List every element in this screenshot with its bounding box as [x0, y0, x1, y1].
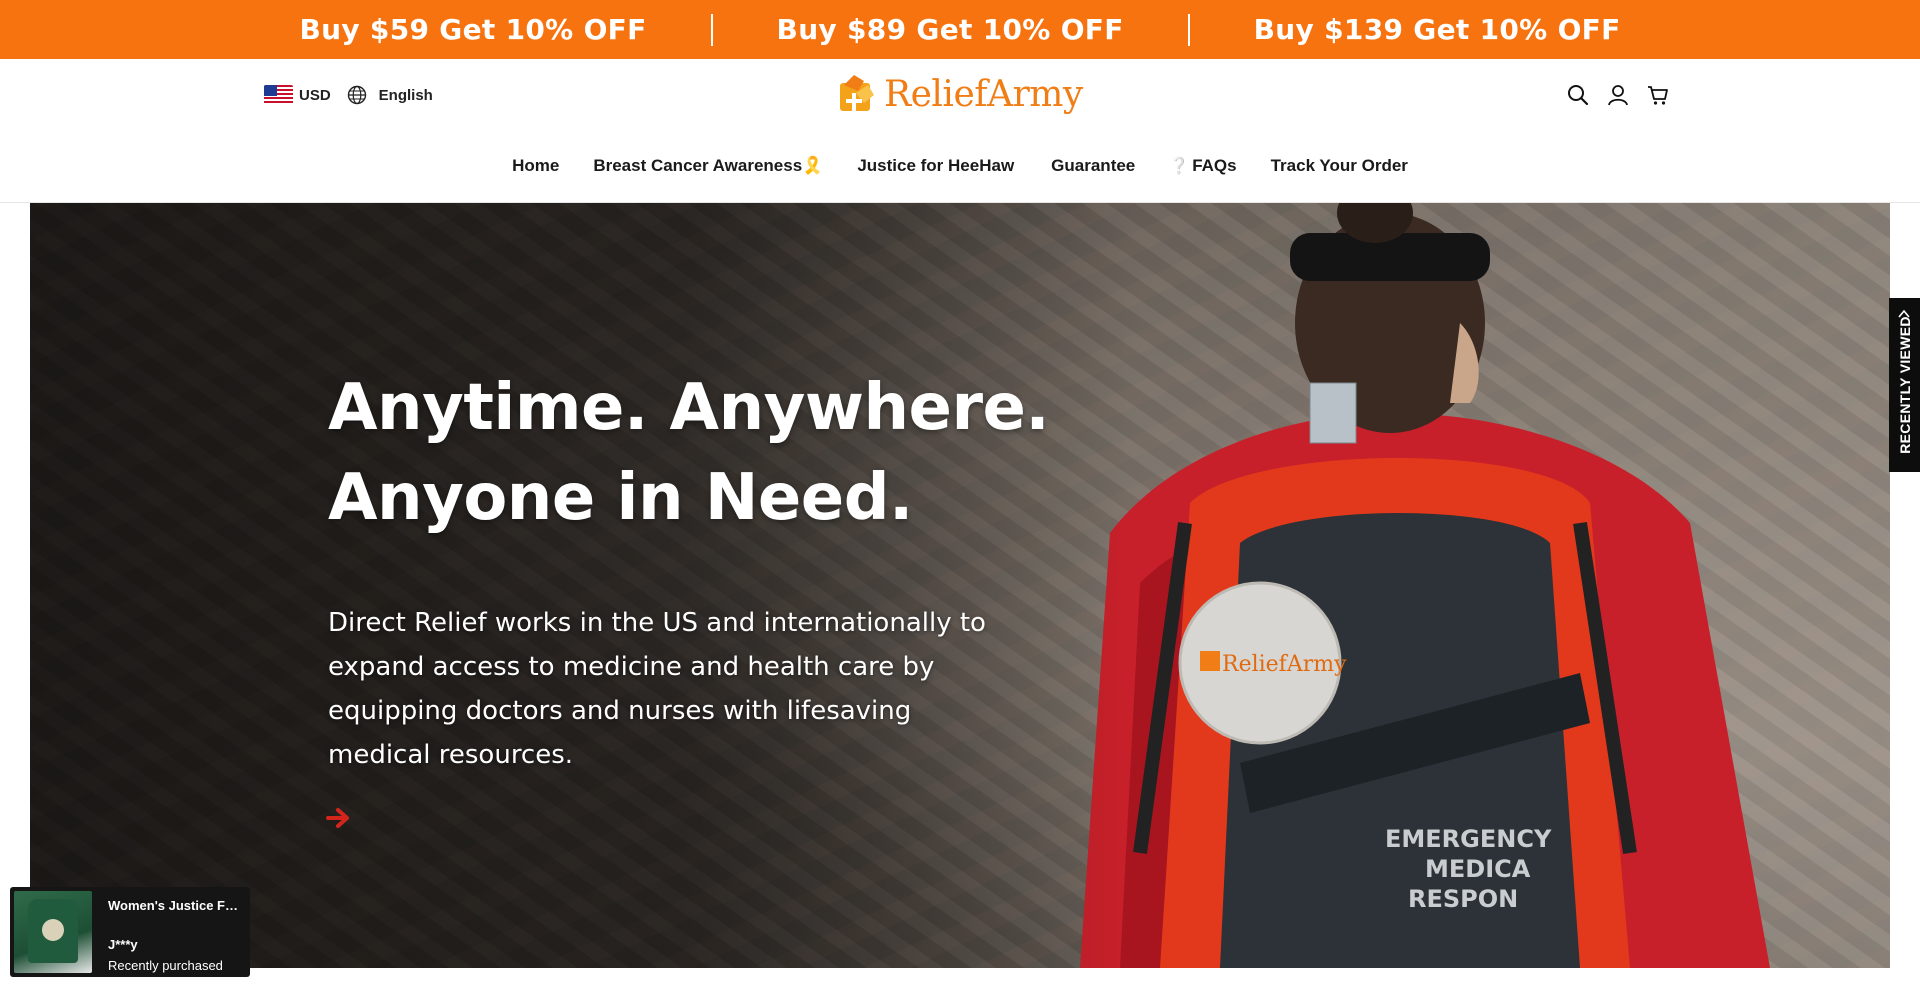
main-nav: Home Breast Cancer Awareness🎗️ Justice f… [0, 156, 1920, 176]
bag-text-3: RESPON [1408, 885, 1518, 913]
nav-justice-for-heehaw[interactable]: Justice for HeeHaw [857, 156, 1014, 176]
bag-text-1: EMERGENCY [1385, 825, 1552, 853]
arrow-right-icon[interactable] [326, 807, 350, 829]
bag-text-2: MEDICA [1425, 855, 1531, 883]
promo-banner: Buy $59 Get 10% OFF Buy $89 Get 10% OFF … [0, 0, 1920, 59]
recently-viewed-label: RECENTLY VIEWED [1896, 316, 1913, 454]
site-header: USD English ReliefArmy Home Breast Cance… [0, 59, 1920, 203]
language-selector[interactable]: English [379, 87, 433, 104]
nav-guarantee[interactable]: Guarantee [1048, 156, 1135, 176]
popup-product-title[interactable]: Women's Justice For... [108, 898, 244, 913]
nav-track-order[interactable]: Track Your Order [1271, 156, 1408, 176]
logo-text: ReliefArmy [884, 73, 1083, 115]
recently-viewed-tab[interactable]: RECENTLY VIEWED [1889, 298, 1920, 472]
popup-customer-name: J***y [108, 937, 138, 952]
locale-selector: USD English [264, 85, 433, 105]
product-thumbnail[interactable] [14, 891, 92, 973]
patch-logo-text: ReliefArmy [1222, 652, 1347, 677]
popup-status: Recently purchased [108, 958, 223, 973]
search-icon[interactable] [1566, 83, 1590, 107]
currency-selector[interactable]: USD [299, 87, 331, 104]
nav-faqs[interactable]: ❔ FAQs [1169, 156, 1236, 176]
us-flag-icon [264, 85, 293, 105]
promo-offer-1[interactable]: Buy $59 Get 10% OFF [235, 13, 710, 46]
account-icon[interactable] [1606, 83, 1630, 107]
hero-description: Direct Relief works in the US and intern… [328, 608, 986, 770]
promo-offer-2[interactable]: Buy $89 Get 10% OFF [713, 13, 1188, 46]
globe-icon [347, 85, 366, 105]
hero-banner[interactable]: ReliefArmy EMERGENCY MEDICA RESPON Anyti… [30, 203, 1890, 968]
site-logo[interactable]: ReliefArmy [834, 71, 1083, 117]
header-icons [1566, 83, 1670, 107]
logo-icon [840, 75, 874, 111]
nav-breast-cancer-awareness[interactable]: Breast Cancer Awareness🎗️ [593, 156, 823, 176]
nav-home[interactable]: Home [512, 156, 559, 176]
cart-icon[interactable] [1646, 83, 1670, 107]
popup-info: Women's Justice For... J***y Recently pu… [108, 891, 244, 973]
hero-headline: Anytime. Anywhere. Anyone in Need. [328, 371, 1050, 535]
promo-offer-3[interactable]: Buy $139 Get 10% OFF [1190, 13, 1685, 46]
recent-purchase-popup[interactable]: Women's Justice For... J***y Recently pu… [10, 887, 250, 977]
hero-overlay [30, 203, 1130, 968]
